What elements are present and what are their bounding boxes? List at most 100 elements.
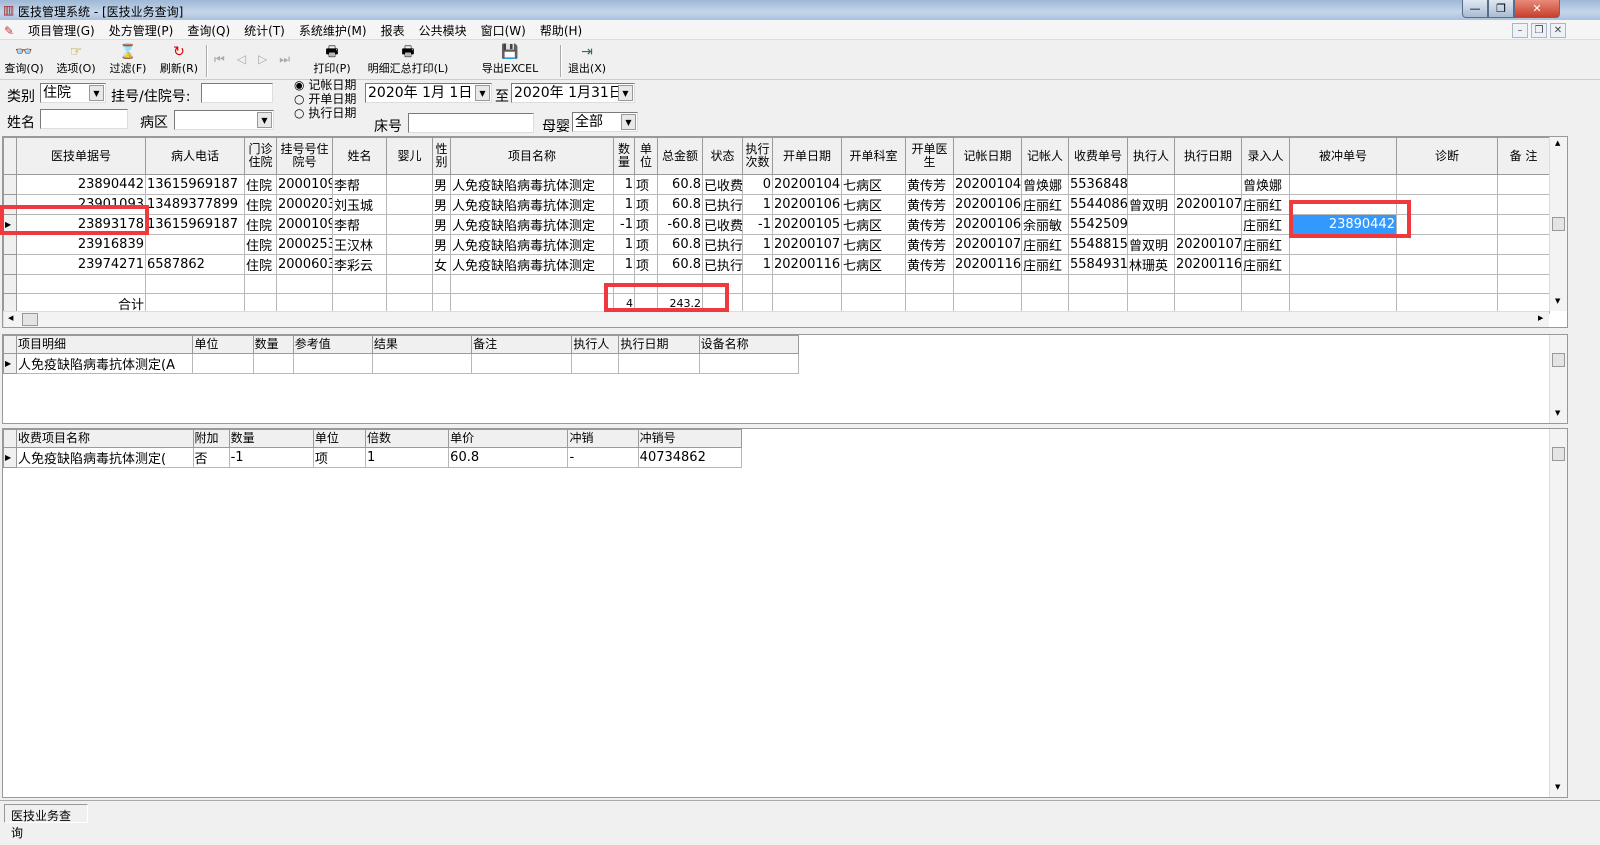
table-cell[interactable]: 王汉林	[332, 234, 387, 255]
table-cell[interactable]: 住院	[244, 194, 277, 215]
table-row[interactable]: ▶ 人免疫缺陷病毒抗体测定(否 -1 项 1 60.8-40734862	[3, 447, 743, 468]
table-cell[interactable]: 60.8	[657, 254, 703, 275]
table-cell[interactable]: 人免疫缺陷病毒抗体测定	[450, 214, 614, 235]
detail-grid-vscrollbar[interactable]: ▼	[1549, 335, 1567, 423]
table-cell[interactable]: 否	[192, 447, 230, 468]
column-header[interactable]: 单位	[192, 335, 254, 354]
column-header[interactable]: 诊断	[1396, 137, 1498, 175]
table-cell[interactable]: 20200116	[1174, 254, 1242, 275]
table-cell[interactable]: 60.8	[657, 234, 703, 255]
table-cell[interactable]: 项	[312, 447, 366, 468]
column-header[interactable]: 挂号号住院号	[276, 137, 333, 175]
column-header[interactable]: 门诊住院	[244, 137, 277, 175]
column-header[interactable]: 病人电话	[145, 137, 245, 175]
column-header[interactable]: 收费项目名称	[16, 429, 194, 448]
mdi-close-button[interactable]: ✕	[1550, 23, 1566, 38]
table-cell[interactable]: 庄丽红	[1021, 194, 1069, 215]
column-header[interactable]: 执行日期	[618, 335, 700, 354]
column-header[interactable]: 婴儿	[386, 137, 433, 175]
table-cell[interactable]: 20200107	[772, 234, 842, 255]
charge-grid-vscrollbar[interactable]: ▼	[1549, 429, 1567, 797]
table-cell[interactable]: 0	[742, 174, 773, 195]
reg-number-input[interactable]	[201, 83, 273, 103]
filter-button[interactable]: ⌛ 过滤(F)	[107, 44, 149, 76]
table-cell[interactable]: 人免疫缺陷病毒抗体测定	[450, 174, 614, 195]
table-cell[interactable]: 黄传芳	[905, 214, 954, 235]
menu-item[interactable]: 项目管理(G)	[21, 20, 102, 41]
table-cell[interactable]: -1	[613, 214, 635, 235]
minimize-button[interactable]: —	[1462, 0, 1488, 18]
query-button[interactable]: 👓 查询(Q)	[3, 44, 45, 76]
table-cell[interactable]	[1396, 254, 1498, 275]
table-cell[interactable]: 已执行	[702, 194, 743, 215]
column-header[interactable]: 执行人	[571, 335, 620, 354]
close-button[interactable]: ✕	[1514, 0, 1560, 18]
column-header[interactable]: 附加	[192, 429, 230, 448]
column-header[interactable]: 总金额	[657, 137, 703, 175]
table-cell[interactable]	[471, 353, 573, 374]
table-cell[interactable]: 13615969187	[145, 214, 245, 235]
table-cell[interactable]	[1127, 174, 1175, 195]
table-cell[interactable]	[1497, 214, 1550, 235]
table-cell[interactable]	[386, 174, 433, 195]
table-cell[interactable]: 20200116	[953, 254, 1022, 275]
table-cell[interactable]: 1	[613, 174, 635, 195]
radio-exec-date[interactable]: ○ 执行日期	[294, 106, 356, 120]
table-cell[interactable]: 黄传芳	[905, 194, 954, 215]
table-cell[interactable]: 人免疫缺陷病毒抗体测定	[450, 234, 614, 255]
table-cell[interactable]: -1	[742, 214, 773, 235]
table-cell[interactable]: 5536848	[1068, 174, 1128, 195]
current-row-indicator[interactable]: ▶	[3, 447, 18, 468]
mdi-minimize-button[interactable]: –	[1512, 23, 1528, 38]
table-cell[interactable]: 七病区	[841, 214, 906, 235]
table-cell[interactable]: 男	[432, 194, 451, 215]
table-cell[interactable]	[1289, 174, 1397, 195]
table-cell[interactable]: 住院	[244, 214, 277, 235]
column-header[interactable]: 倍数	[364, 429, 450, 448]
table-cell[interactable]: 曾双明	[1127, 234, 1175, 255]
table-cell[interactable]: 已收费	[702, 214, 743, 235]
menu-item[interactable]: 统计(T)	[237, 20, 292, 41]
table-cell[interactable]: 5548815	[1068, 234, 1128, 255]
table-cell[interactable]: 庄丽红	[1021, 254, 1069, 275]
table-cell[interactable]	[1289, 254, 1397, 275]
table-cell[interactable]: 李帮	[332, 214, 387, 235]
table-cell[interactable]: 20200107	[1174, 194, 1242, 215]
table-cell[interactable]: 2000109	[276, 214, 333, 235]
table-cell[interactable]	[1396, 234, 1498, 255]
column-header[interactable]: 收费单号	[1068, 137, 1128, 175]
table-cell[interactable]: 5584931	[1068, 254, 1128, 275]
bed-input[interactable]	[408, 113, 534, 133]
table-cell[interactable]	[1497, 194, 1550, 215]
table-cell[interactable]	[145, 234, 245, 255]
table-cell[interactable]: 男	[432, 214, 451, 235]
table-cell[interactable]	[571, 353, 620, 374]
table-cell[interactable]: 20200105	[772, 214, 842, 235]
column-header[interactable]: 参考值	[292, 335, 373, 354]
table-cell[interactable]: 20200107	[953, 234, 1022, 255]
table-cell[interactable]: 曾焕娜	[1021, 174, 1069, 195]
table-cell[interactable]: 黄传芳	[905, 254, 954, 275]
column-header[interactable]: 状态	[702, 137, 743, 175]
table-cell[interactable]: 庄丽红	[1241, 234, 1290, 255]
table-cell[interactable]: 女	[432, 254, 451, 275]
table-cell[interactable]: -	[567, 447, 639, 468]
table-cell[interactable]	[386, 194, 433, 215]
column-header[interactable]: 姓名	[332, 137, 387, 175]
table-cell[interactable]: 23916839	[16, 234, 146, 255]
mother-baby-select[interactable]: 全部 ▼	[572, 112, 638, 132]
table-cell[interactable]: 20200104	[772, 174, 842, 195]
table-cell[interactable]: 男	[432, 174, 451, 195]
table-cell[interactable]: 13489377899	[145, 194, 245, 215]
table-cell[interactable]: 1	[364, 447, 450, 468]
table-cell[interactable]: 刘玉城	[332, 194, 387, 215]
detail-summary-print-button[interactable]: 🖶 明细汇总打印(L)	[362, 44, 454, 76]
table-cell[interactable]: 七病区	[841, 174, 906, 195]
table-cell[interactable]	[698, 353, 800, 374]
table-cell[interactable]: 住院	[244, 234, 277, 255]
table-cell[interactable]: 李彩云	[332, 254, 387, 275]
menu-item[interactable]: 处方管理(P)	[102, 20, 181, 41]
column-header[interactable]: 单位	[634, 137, 658, 175]
table-cell[interactable]: 黄传芳	[905, 234, 954, 255]
table-cell[interactable]: 庄丽红	[1021, 234, 1069, 255]
